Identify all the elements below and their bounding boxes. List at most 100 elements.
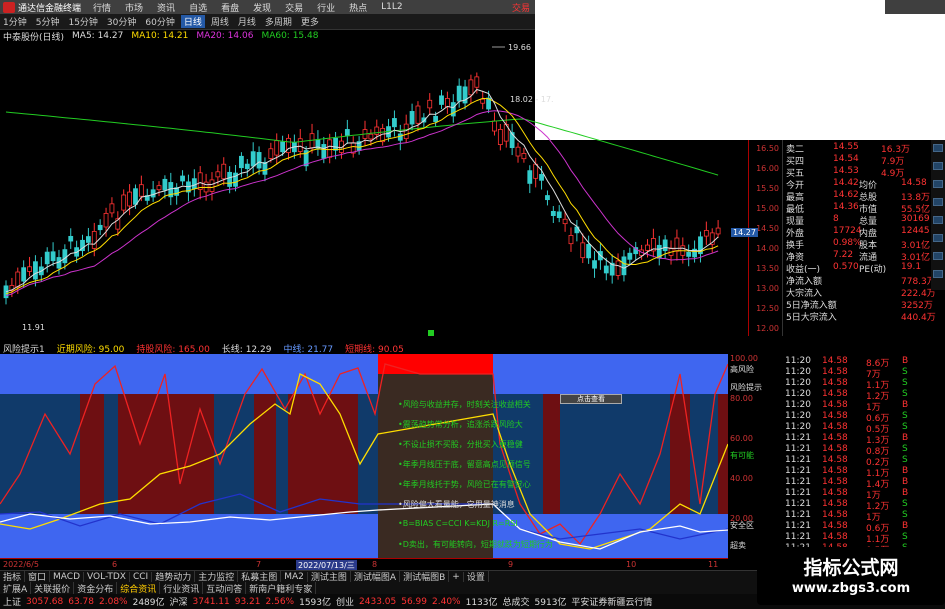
quote-row: 最高 14.62 总股 13.8万: [783, 190, 945, 203]
tf-multi[interactable]: 多周期: [262, 15, 295, 28]
tick-side: S: [902, 510, 908, 520]
tool-icon[interactable]: [933, 162, 943, 170]
tick-price: 14.58: [822, 422, 848, 432]
extension-tabs: 扩展A 关联报价 资金分布 综合资讯 行业资讯 互动问答 新南户籍利专家: [0, 581, 780, 595]
tf-5min[interactable]: 5分钟: [33, 15, 63, 28]
menu-exchange[interactable]: 市场: [125, 1, 143, 14]
tf-15min[interactable]: 15分钟: [65, 15, 100, 28]
indicator-header: 风险提示1 近期风险: 95.00 持股风险: 165.00 长线: 12.29…: [0, 342, 748, 355]
tf-monthly[interactable]: 月线: [235, 15, 259, 28]
stock-name: 中泰股份(日线): [3, 32, 65, 43]
tool-icon[interactable]: [933, 270, 943, 278]
tf-more[interactable]: 更多: [298, 15, 322, 28]
tab2-fund-dist[interactable]: 资金分布: [74, 581, 118, 595]
ma-legend: 中泰股份(日线) MA5: 14.27 MA10: 14.21 MA20: 14…: [0, 30, 535, 43]
menu-news[interactable]: 资讯: [157, 1, 175, 14]
quote-value-right: 12445: [901, 226, 930, 236]
menu-discover[interactable]: 发现: [253, 1, 271, 14]
sh-value: 3057.68: [26, 596, 64, 607]
tab2-expert[interactable]: 新南户籍利专家: [246, 581, 317, 595]
side-label-maybe: 有可能: [730, 451, 754, 460]
trade-button[interactable]: 交易: [512, 1, 530, 14]
menu-watch[interactable]: 看盘: [221, 1, 239, 14]
tf-weekly[interactable]: 周线: [208, 15, 232, 28]
tick-time: 11:21: [785, 521, 811, 531]
tab2-industry-news[interactable]: 行业资讯: [160, 581, 204, 595]
menu-industry[interactable]: 行业: [317, 1, 335, 14]
tick-price: 14.58: [822, 433, 848, 443]
tool-icon[interactable]: [933, 216, 943, 224]
tf-1min[interactable]: 1分钟: [0, 15, 30, 28]
quote-row: 买五 14.53 4.9万: [783, 166, 945, 179]
watermark-title: 指标公式网: [803, 557, 899, 579]
tick-price: 14.58: [822, 477, 848, 487]
quote-row: 净资 7.22 流通 3.01亿: [783, 250, 945, 263]
tab-ma2[interactable]: MA2: [281, 571, 308, 582]
ind-axis-tick: 100.00: [730, 354, 758, 363]
cy-value: 2433.05: [359, 596, 397, 607]
menu-market[interactable]: 行情: [93, 1, 111, 14]
tool-icon[interactable]: [933, 198, 943, 206]
quote-value: 8: [833, 214, 839, 224]
ind-item-mid: 中线: 21.77: [283, 344, 334, 355]
tip-line: •D卖出，有可能转向，短期就跌为短期行为: [398, 540, 553, 549]
tick-time: 11:20: [785, 378, 811, 388]
quote-value-right: 19.1: [901, 262, 922, 272]
tab-add[interactable]: +: [449, 571, 464, 582]
quote-row: 外盘 17724 内盘 12445: [783, 226, 945, 239]
menu-l1l2[interactable]: L1L2: [381, 2, 402, 12]
tab2-related-quote[interactable]: 关联报价: [31, 581, 75, 595]
indicator-axis: 100.00 80.00 60.00 40.00 20.00 高风险 风险提示 …: [728, 354, 782, 558]
tick-time: 11:21: [785, 433, 811, 443]
tab2-qa[interactable]: 互动问答: [203, 581, 247, 595]
sh-amt: 2489亿: [132, 598, 165, 608]
tip-line: •B=BIAS C=CCI K=KDJ R=RSI: [398, 519, 518, 528]
tick-time: 11:20: [785, 422, 811, 432]
menu-trade[interactable]: 交易: [285, 1, 303, 14]
tf-60min[interactable]: 60分钟: [142, 15, 177, 28]
tick-list[interactable]: 11:20 14.58 8.6万 B 11:20 14.58 7万 S 11:20 14.58 1.…: [782, 336, 945, 567]
candlestick-chart[interactable]: 19.66 18.02 - 17. 11.91: [0, 42, 748, 336]
app-title: 通达信金融终端: [18, 3, 82, 14]
tick-price: 14.58: [822, 444, 848, 454]
tick-side: B: [902, 400, 909, 410]
tick-row: 11:21 14.58 1.1万 B: [782, 466, 945, 479]
menu-watchlist[interactable]: 自选: [189, 1, 207, 14]
detail-button[interactable]: 点击查看: [560, 394, 622, 404]
tab2-general-news[interactable]: 综合资讯: [117, 581, 161, 595]
side-label-safe: 安全区: [730, 521, 754, 530]
timeframe-bar: 1分钟 5分钟 15分钟 30分钟 60分钟 日线 周线 月线 多周期 更多: [0, 14, 535, 30]
tick-price: 14.58: [822, 400, 848, 410]
tool-icon[interactable]: [933, 234, 943, 242]
tool-icon[interactable]: [933, 252, 943, 260]
tip-line: •风险偏大看量能，它用量神消息: [398, 500, 515, 509]
quote-row: 收益(一) 0.570 PE(动) 19.1: [783, 262, 945, 275]
tab-vol[interactable]: VOL-TDX: [84, 571, 130, 582]
tf-daily[interactable]: 日线: [180, 15, 205, 28]
quote-row: 5日净流入额 3252万: [783, 298, 945, 311]
quote-row: 现量 8 总量 30169: [783, 214, 945, 227]
month-mark: 10: [626, 560, 637, 569]
tf-30min[interactable]: 30分钟: [104, 15, 139, 28]
total-value: 5913亿: [534, 598, 567, 608]
date-axis: 2022/6/5 2022/07/13/三 6 7 8 9 10 11: [0, 558, 728, 571]
risk-indicator-chart[interactable]: [0, 354, 728, 558]
cy-amt: 1133亿: [465, 598, 498, 608]
tool-icon[interactable]: [933, 144, 943, 152]
cy-pct: 2.40%: [432, 596, 461, 607]
tab2-ext-a[interactable]: 扩展A: [0, 581, 32, 595]
quote-panel: 卖二 14.55 16.3万 买四 14.54 7.9万 买五 14.53 4.9万 今开 14.4…: [782, 140, 945, 336]
ind-axis-tick: 60.00: [730, 434, 753, 443]
tick-side: B: [902, 488, 909, 498]
tab-cci[interactable]: CCI: [130, 571, 153, 582]
tab-macd[interactable]: MACD: [50, 571, 85, 582]
tick-row: 11:21 14.58 1万 S: [782, 510, 945, 523]
menu-hotspot[interactable]: 热点: [349, 1, 367, 14]
tick-row: 11:20 14.58 0.5万 S: [782, 422, 945, 435]
tool-icon[interactable]: [933, 180, 943, 188]
mid-price-label: 18.02 - 17.: [510, 95, 554, 104]
quote-row: 净流入额 778.3万: [783, 274, 945, 287]
sz-label: 沪深: [169, 598, 188, 608]
quote-value: 14.53: [833, 166, 859, 176]
right-title-stub: [885, 0, 945, 14]
